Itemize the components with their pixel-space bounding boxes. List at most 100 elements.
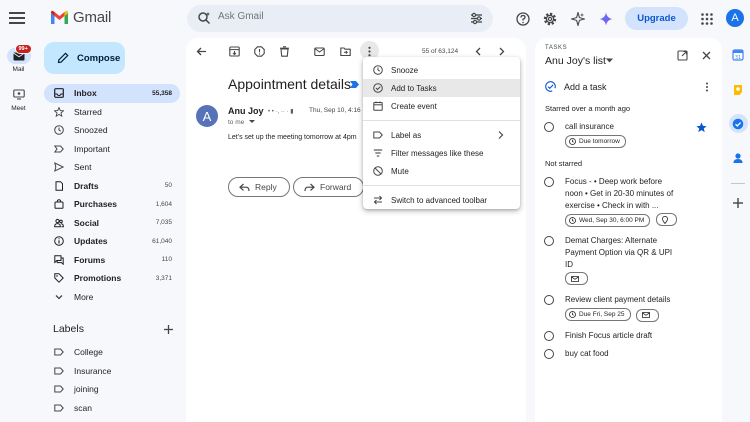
label-item-joining[interactable]: joining bbox=[44, 380, 180, 399]
email-link-chip[interactable] bbox=[565, 272, 588, 285]
gmail-m-icon bbox=[51, 10, 68, 24]
mark-unread-icon[interactable] bbox=[314, 46, 325, 57]
label-item-college[interactable]: College bbox=[44, 343, 180, 362]
nav-item-important[interactable]: Important bbox=[44, 140, 180, 159]
search-bar[interactable] bbox=[187, 5, 493, 32]
important-marker-icon[interactable] bbox=[350, 81, 359, 88]
nav-item-forums[interactable]: Forums 110 bbox=[44, 251, 180, 270]
reply-label: Reply bbox=[255, 182, 277, 192]
report-spam-icon[interactable] bbox=[254, 46, 265, 57]
nav-count: 3,371 bbox=[155, 274, 172, 282]
contacts-app-icon[interactable] bbox=[732, 152, 744, 164]
email-link-chip[interactable] bbox=[636, 308, 660, 322]
menu-item-add-to-tasks[interactable]: Add to Tasks bbox=[363, 79, 520, 97]
recipient-summary[interactable]: to me bbox=[228, 119, 256, 126]
task-item-call-insurance[interactable]: call insurance Due tomorrow bbox=[543, 121, 711, 151]
search-options-icon[interactable] bbox=[470, 12, 483, 25]
open-in-new-icon[interactable] bbox=[677, 50, 688, 61]
task-list-more-icon[interactable] bbox=[702, 82, 712, 92]
menu-item-label-as[interactable]: Label as bbox=[363, 126, 520, 144]
nav-item-starred[interactable]: Starred bbox=[44, 103, 180, 122]
menu-item-switch-toolbar[interactable]: Switch to advanced toolbar bbox=[363, 191, 520, 209]
delete-trash-icon[interactable] bbox=[279, 46, 290, 57]
task-item-focus[interactable]: Focus - • Deep work before noon • Get in… bbox=[543, 176, 711, 228]
archive-icon[interactable] bbox=[229, 46, 240, 57]
back-arrow-icon[interactable] bbox=[196, 46, 207, 57]
task-title[interactable]: call insurance bbox=[565, 121, 679, 133]
due-date-chip[interactable]: Due Fri, Sep 25 bbox=[565, 308, 631, 321]
pencil-icon bbox=[57, 52, 69, 64]
upgrade-button[interactable]: Upgrade bbox=[625, 7, 688, 30]
add-label-plus-icon[interactable] bbox=[163, 324, 174, 335]
caret-down-icon[interactable] bbox=[606, 58, 613, 63]
due-date-chip[interactable]: Wed, Sep 30, 6:00 PM bbox=[565, 213, 651, 227]
nav-item-social[interactable]: Social 7,035 bbox=[44, 214, 180, 233]
label-item-scan[interactable]: scan bbox=[44, 399, 180, 418]
nav-item-purchases[interactable]: Purchases 1,604 bbox=[44, 195, 180, 214]
gmail-logo[interactable]: Gmail bbox=[50, 9, 111, 26]
forward-label: Forward bbox=[320, 182, 352, 192]
task-title[interactable]: Finish Focus article draft bbox=[565, 330, 705, 342]
main-menu-button[interactable] bbox=[9, 10, 25, 26]
menu-item-snooze[interactable]: Snooze bbox=[363, 61, 520, 79]
nav-item-more[interactable]: More bbox=[44, 288, 180, 307]
task-item-demat-charges[interactable]: Demat Charges: Alternate Payment Option … bbox=[543, 235, 711, 285]
keep-app-icon[interactable] bbox=[732, 84, 744, 96]
close-icon[interactable] bbox=[701, 50, 712, 61]
task-title[interactable]: Review client payment details bbox=[565, 294, 705, 306]
task-item-review-client[interactable]: Review client payment details Due Fri, S… bbox=[543, 294, 711, 324]
nav-count: 110 bbox=[161, 256, 172, 264]
task-title[interactable]: Demat Charges: Alternate Payment Option … bbox=[565, 235, 679, 271]
task-complete-checkbox[interactable] bbox=[544, 295, 554, 305]
apps-grid-icon[interactable] bbox=[700, 12, 714, 26]
calendar-app-icon[interactable]: 31 bbox=[732, 49, 744, 61]
star-filled-icon[interactable] bbox=[696, 122, 707, 133]
location-chip[interactable] bbox=[655, 213, 677, 226]
help-icon[interactable] bbox=[516, 12, 530, 26]
task-complete-checkbox[interactable] bbox=[544, 236, 554, 246]
task-item-buy-cat-food[interactable]: buy cat food bbox=[543, 348, 711, 362]
task-complete-checkbox[interactable] bbox=[544, 122, 554, 132]
menu-item-filter-messages[interactable]: Filter messages like these bbox=[363, 144, 520, 162]
rail-mail[interactable]: 99+ Mail bbox=[0, 44, 37, 73]
gemini-sparkle-icon[interactable] bbox=[571, 12, 585, 26]
rail-meet[interactable]: Meet bbox=[0, 87, 37, 112]
task-complete-checkbox[interactable] bbox=[544, 331, 554, 341]
nav-item-inbox[interactable]: Inbox 55,358 bbox=[44, 84, 180, 103]
gemini-star-icon[interactable] bbox=[599, 12, 613, 26]
get-addons-plus-icon[interactable] bbox=[732, 197, 744, 209]
chevron-left-icon[interactable] bbox=[473, 46, 484, 57]
account-avatar[interactable]: A bbox=[726, 9, 744, 27]
task-item-finish-focus[interactable]: Finish Focus article draft bbox=[543, 330, 711, 344]
settings-gear-icon[interactable] bbox=[543, 12, 557, 26]
label-item-insurance[interactable]: Insurance bbox=[44, 362, 180, 381]
compose-button[interactable]: Compose bbox=[44, 42, 125, 74]
search-input[interactable] bbox=[218, 11, 458, 22]
task-complete-checkbox[interactable] bbox=[544, 349, 554, 359]
email-icon bbox=[642, 312, 651, 318]
chevron-right-icon[interactable] bbox=[496, 46, 507, 57]
reply-button[interactable]: Reply bbox=[228, 177, 290, 197]
gemini-search-icon[interactable] bbox=[197, 11, 211, 25]
nav-item-promotions[interactable]: Promotions 3,371 bbox=[44, 269, 180, 288]
menu-item-create-event[interactable]: Create event bbox=[363, 97, 520, 115]
move-to-folder-icon[interactable] bbox=[340, 46, 351, 57]
tasks-app-icon[interactable] bbox=[732, 118, 744, 130]
task-title[interactable]: buy cat food bbox=[565, 348, 679, 360]
task-title[interactable]: Focus - • Deep work before noon • Get in… bbox=[565, 176, 679, 212]
star-outline-icon bbox=[54, 106, 64, 117]
nav-item-updates[interactable]: Updates 61,040 bbox=[44, 232, 180, 251]
task-complete-checkbox[interactable] bbox=[544, 177, 554, 187]
nav-item-snoozed[interactable]: Snoozed bbox=[44, 121, 180, 140]
add-task-button[interactable]: Add a task bbox=[545, 81, 607, 92]
add-task-label: Add a task bbox=[564, 81, 607, 92]
more-vert-icon[interactable] bbox=[364, 46, 375, 57]
sender-name[interactable]: Anu Joy bbox=[228, 106, 264, 116]
due-date-chip[interactable]: Due tomorrow bbox=[565, 135, 626, 148]
nav-item-sent[interactable]: Sent bbox=[44, 158, 180, 177]
menu-item-mute[interactable]: Mute bbox=[363, 162, 520, 180]
forward-button[interactable]: Forward bbox=[293, 177, 365, 197]
task-list-selector[interactable]: Anu Joy's list bbox=[545, 55, 606, 67]
nav-item-drafts[interactable]: Drafts 50 bbox=[44, 177, 180, 196]
sender-avatar[interactable]: A bbox=[196, 105, 218, 127]
